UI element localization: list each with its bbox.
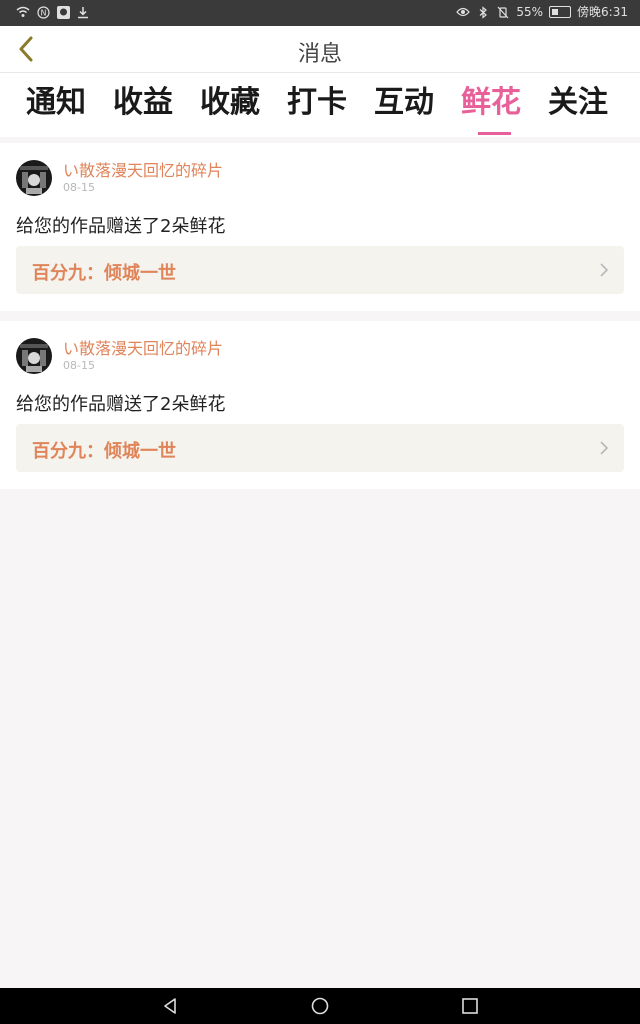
tab-earnings[interactable]: 收益 (113, 83, 173, 123)
message-date: 08-15 (63, 359, 95, 372)
nfc-icon: N (36, 5, 50, 19)
status-time: 傍晚6:31 (577, 5, 628, 19)
tab-checkin[interactable]: 打卡 (287, 83, 347, 123)
nav-bar: 消息 (0, 26, 640, 73)
avatar[interactable] (16, 160, 52, 196)
status-bar-left: N (16, 5, 90, 19)
tab-interactions[interactable]: 互动 (374, 83, 434, 123)
system-nav-bar (0, 988, 640, 1024)
work-title: 百分九：倾城一世 (32, 263, 176, 284)
eye-icon (456, 5, 471, 19)
page-title: 消息 (297, 42, 342, 67)
work-link[interactable]: 百分九：倾城一世 (16, 246, 624, 294)
home-circle-icon[interactable] (310, 996, 330, 1016)
svg-text:N: N (40, 8, 46, 17)
avatar[interactable] (16, 338, 52, 374)
message-card: い散落漫天回忆的碎片 08-15 给您的作品赠送了2朵鲜花 百分九：倾城一世 (0, 321, 640, 489)
tab-notifications[interactable]: 通知 (26, 83, 86, 123)
tab-bar: 通知 收益 收藏 打卡 互动 鲜花 关注 (0, 73, 640, 137)
tab-following[interactable]: 关注 (548, 83, 608, 123)
bluetooth-icon (476, 5, 490, 19)
mute-icon (496, 5, 510, 19)
sender-name[interactable]: い散落漫天回忆的碎片 (63, 335, 223, 359)
status-bar-right: 55% 傍晚6:31 (456, 5, 628, 19)
active-tab-indicator (478, 132, 511, 135)
wifi-icon (16, 5, 30, 19)
work-link[interactable]: 百分九：倾城一世 (16, 424, 624, 472)
avatar-icon (56, 5, 70, 19)
message-date: 08-15 (63, 181, 95, 194)
chevron-right-icon (600, 441, 609, 455)
tab-flowers[interactable]: 鲜花 (461, 83, 521, 123)
recents-square-icon[interactable] (460, 996, 480, 1016)
message-card: い散落漫天回忆的碎片 08-15 给您的作品赠送了2朵鲜花 百分九：倾城一世 (0, 143, 640, 311)
battery-percent: 55% (516, 5, 544, 19)
sender-name[interactable]: い散落漫天回忆的碎片 (63, 157, 223, 181)
tab-favorites[interactable]: 收藏 (200, 83, 260, 123)
message-text: 给您的作品赠送了2朵鲜花 (16, 216, 226, 237)
message-text: 给您的作品赠送了2朵鲜花 (16, 394, 226, 415)
status-bar: N 55% 傍晚6:31 (0, 0, 640, 26)
work-title: 百分九：倾城一世 (32, 441, 176, 462)
download-icon (76, 5, 90, 19)
back-triangle-icon[interactable] (160, 996, 180, 1016)
chevron-right-icon (600, 263, 609, 277)
battery-icon (549, 6, 572, 18)
